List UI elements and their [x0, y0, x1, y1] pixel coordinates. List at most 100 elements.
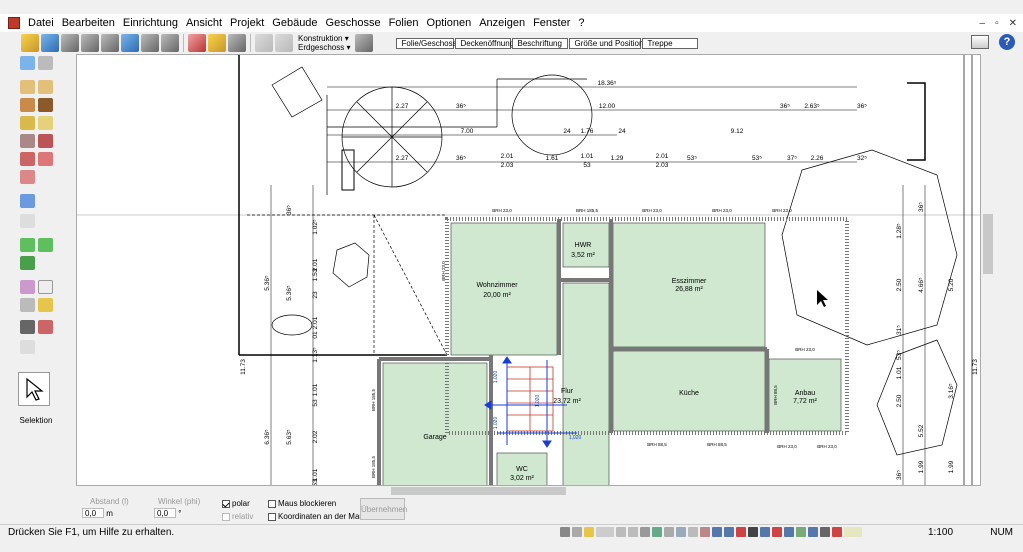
snap-icon[interactable] — [572, 527, 582, 537]
tab-folie-geschoss[interactable]: Folie/Geschoss — [396, 37, 457, 49]
pen-icon[interactable] — [38, 298, 53, 312]
measure-icon[interactable] — [255, 34, 273, 52]
layout-icon[interactable] — [141, 34, 159, 52]
print-icon[interactable] — [101, 34, 119, 52]
menu-fenster[interactable]: Fenster — [529, 14, 574, 32]
settings-icon[interactable] — [161, 34, 179, 52]
person-icon[interactable] — [20, 194, 35, 208]
winkel-input[interactable]: 0,0 — [154, 508, 176, 518]
menu-optionen[interactable]: Optionen — [423, 14, 476, 32]
symbol-icon[interactable] — [20, 320, 35, 334]
close-icon[interactable]: ✕ — [1009, 18, 1017, 29]
tab-groesse-position[interactable]: Größe und Position — [569, 37, 643, 49]
menu-help[interactable]: ? — [574, 14, 588, 32]
angle-icon[interactable] — [628, 527, 638, 537]
menu-einrichtung[interactable]: Einrichtung — [119, 14, 182, 32]
room-name-anbau[interactable]: Anbau — [795, 390, 815, 397]
hand-icon[interactable] — [188, 34, 206, 52]
center-icon[interactable] — [748, 527, 758, 537]
door-icon[interactable] — [20, 98, 35, 112]
undo-icon[interactable] — [61, 34, 79, 52]
marker-icon[interactable] — [832, 527, 842, 537]
save-icon[interactable] — [41, 34, 59, 52]
room-name-flur[interactable]: Flur — [561, 388, 574, 395]
redo-icon[interactable] — [81, 34, 99, 52]
figure-icon[interactable] — [820, 527, 830, 537]
terrain-icon[interactable] — [20, 238, 35, 252]
window-icon[interactable] — [38, 98, 53, 112]
menu-bearbeiten[interactable]: Bearbeiten — [58, 14, 119, 32]
layer-tools-icon[interactable] — [355, 34, 374, 52]
vertical-scroll-thumb[interactable] — [983, 214, 993, 274]
render-icon[interactable] — [228, 34, 246, 52]
uebernehmen-button[interactable]: Übernehmen — [360, 498, 407, 520]
layer-status-icon[interactable] — [596, 527, 614, 537]
room-name-hwr[interactable]: HWR — [575, 242, 592, 249]
nearest-icon[interactable] — [724, 527, 734, 537]
select-area-icon[interactable] — [38, 56, 53, 70]
open-folder-icon[interactable] — [21, 34, 39, 52]
terrain-edit-icon[interactable] — [38, 238, 53, 252]
room-name-esszimmer[interactable]: Esszimmer — [672, 278, 707, 285]
wall-tool-icon[interactable] — [20, 80, 35, 94]
maus-blockieren-checkbox[interactable] — [268, 499, 276, 508]
stair-icon[interactable] — [20, 116, 35, 130]
floor-plan-canvas[interactable]: Wohnzimmer 20,00 m² HWR 3,52 m² Esszimme… — [76, 54, 981, 486]
tab-deckenoeffnung[interactable]: Deckenöffnung — [455, 37, 514, 49]
selection-tool-button[interactable] — [18, 372, 50, 406]
furniture-icon[interactable] — [38, 134, 53, 148]
minimize-icon[interactable]: – — [980, 18, 986, 29]
restore-icon[interactable]: ▫ — [995, 18, 999, 29]
select-arrow-icon[interactable] — [20, 56, 35, 70]
menu-projekt[interactable]: Projekt — [226, 14, 268, 32]
track-icon[interactable] — [652, 527, 662, 537]
erdgeschoss-dropdown[interactable]: Erdgeschoss ▾ — [298, 43, 350, 52]
menu-folien[interactable]: Folien — [385, 14, 423, 32]
konstruktion-dropdown[interactable]: Konstruktion ▾ — [298, 34, 350, 43]
help-icon[interactable]: ? — [999, 34, 1015, 50]
extension-icon[interactable] — [784, 527, 794, 537]
menu-geschosse[interactable]: Geschosse — [322, 14, 385, 32]
endpoint-icon[interactable] — [736, 527, 746, 537]
text-abc-icon[interactable] — [38, 280, 53, 294]
insert-icon[interactable] — [796, 527, 806, 537]
room-name-wohnzimmer[interactable]: Wohnzimmer — [476, 282, 518, 289]
scale-indicator[interactable]: 1:100 — [928, 527, 953, 538]
catalog-book-icon[interactable] — [971, 35, 989, 49]
wall-poly-icon[interactable] — [38, 80, 53, 94]
tab-beschriftung[interactable]: Beschriftung — [512, 37, 569, 49]
horizontal-scroll-thumb[interactable] — [391, 487, 566, 495]
roof-icon[interactable] — [20, 134, 35, 148]
ceiling-icon[interactable] — [38, 116, 53, 130]
menu-gebaeude[interactable]: Gebäude — [268, 14, 321, 32]
polar-status-icon[interactable] — [640, 527, 650, 537]
koordinaten-checkbox[interactable] — [268, 512, 276, 521]
3d-view-icon[interactable] — [208, 34, 226, 52]
line-icon[interactable] — [20, 298, 35, 312]
pen-status-icon[interactable] — [584, 527, 594, 537]
object-snap-icon[interactable] — [664, 527, 674, 537]
tab-treppe[interactable]: Treppe — [642, 37, 699, 49]
preview-icon[interactable] — [121, 34, 139, 52]
intersection-icon[interactable] — [688, 527, 698, 537]
zoom-icon[interactable] — [844, 527, 862, 537]
layer-selector[interactable]: Konstruktion ▾ Erdgeschoss ▾ — [298, 34, 350, 52]
room-name-garage[interactable]: Garage — [423, 434, 446, 441]
midpoint-icon[interactable] — [676, 527, 686, 537]
opening-icon[interactable] — [38, 152, 53, 166]
room-name-kueche[interactable]: Küche — [679, 390, 699, 397]
dormer-icon[interactable] — [20, 152, 35, 166]
grid-icon[interactable] — [560, 527, 570, 537]
pencil-icon[interactable] — [275, 34, 293, 52]
room-name-wc[interactable]: WC — [516, 466, 528, 473]
menu-ansicht[interactable]: Ansicht — [182, 14, 226, 32]
dimension-icon[interactable] — [20, 280, 35, 294]
slab-icon[interactable] — [20, 170, 35, 184]
section-icon[interactable] — [38, 320, 53, 334]
vertical-scrollbar[interactable] — [981, 54, 997, 486]
horizontal-scrollbar[interactable] — [76, 486, 981, 496]
relativ-checkbox[interactable] — [222, 512, 230, 521]
perpendicular-icon[interactable] — [700, 527, 710, 537]
parallel-icon[interactable] — [808, 527, 818, 537]
abstand-input[interactable]: 0,0 — [82, 508, 104, 518]
